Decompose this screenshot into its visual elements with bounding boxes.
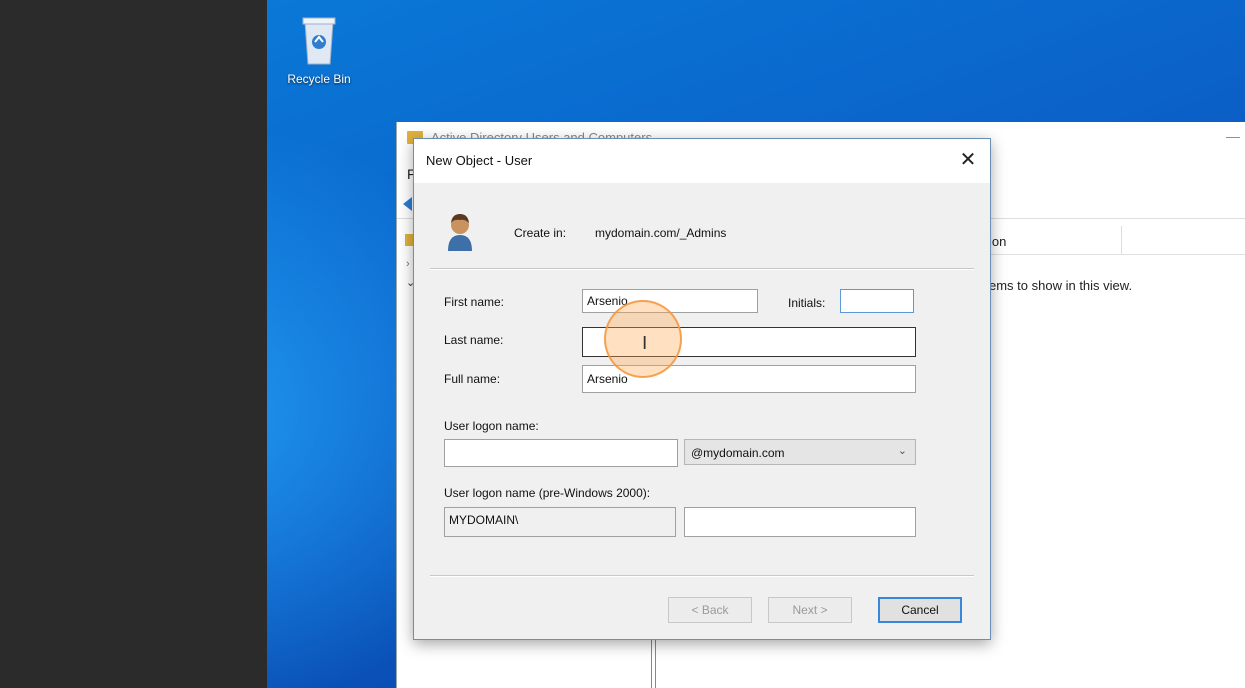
chevron-down-icon: ⌄ bbox=[897, 445, 907, 457]
column-divider[interactable] bbox=[1121, 226, 1122, 254]
user-logon-name-label: User logon name: bbox=[444, 419, 539, 433]
separator-top bbox=[430, 268, 974, 270]
next-button[interactable]: Next > bbox=[768, 597, 852, 623]
recycle-bin-shortcut[interactable]: Recycle Bin bbox=[278, 14, 360, 86]
first-name-input[interactable] bbox=[582, 289, 758, 313]
initials-input[interactable] bbox=[840, 289, 914, 313]
initials-label: Initials: bbox=[788, 296, 826, 310]
back-arrow-icon[interactable] bbox=[403, 197, 412, 211]
last-name-label: Last name: bbox=[444, 333, 504, 347]
first-name-label: First name: bbox=[444, 295, 505, 309]
recycle-bin-label: Recycle Bin bbox=[287, 72, 351, 86]
tree-collapse-chevron-icon[interactable]: › bbox=[406, 258, 410, 270]
recycle-bin-icon bbox=[299, 14, 339, 66]
text-cursor-icon: I bbox=[642, 333, 648, 354]
separator-bottom bbox=[430, 575, 974, 577]
domain-suffix-dropdown[interactable]: @mydomain.com ⌄ bbox=[684, 439, 916, 465]
user-icon bbox=[446, 211, 474, 253]
pre2000-domain-field: MYDOMAIN\ bbox=[444, 507, 676, 537]
dialog-title: New Object - User bbox=[426, 153, 533, 168]
left-dark-panel bbox=[0, 0, 267, 688]
create-in-path: mydomain.com/_Admins bbox=[595, 226, 727, 240]
column-description-header[interactable]: ion bbox=[989, 234, 1006, 249]
domain-suffix-value: @mydomain.com bbox=[691, 446, 785, 460]
user-logon-name-input[interactable] bbox=[444, 439, 678, 467]
new-object-user-dialog: New Object - User ✕ Create in: mydomain.… bbox=[413, 138, 991, 640]
aduc-minimize-button[interactable]: — bbox=[1226, 128, 1240, 144]
pre2000-logon-label: User logon name (pre-Windows 2000): bbox=[444, 486, 651, 500]
back-button[interactable]: < Back bbox=[668, 597, 752, 623]
pre2000-logon-input[interactable] bbox=[684, 507, 916, 537]
create-in-label: Create in: bbox=[514, 226, 567, 240]
close-icon[interactable]: ✕ bbox=[954, 147, 982, 173]
full-name-label: Full name: bbox=[444, 372, 501, 386]
list-column-header: ion bbox=[989, 226, 1245, 255]
cancel-button[interactable]: Cancel bbox=[878, 597, 962, 623]
empty-list-message: ems to show in this view. bbox=[989, 278, 1133, 293]
dialog-titlebar: New Object - User ✕ bbox=[414, 139, 990, 183]
